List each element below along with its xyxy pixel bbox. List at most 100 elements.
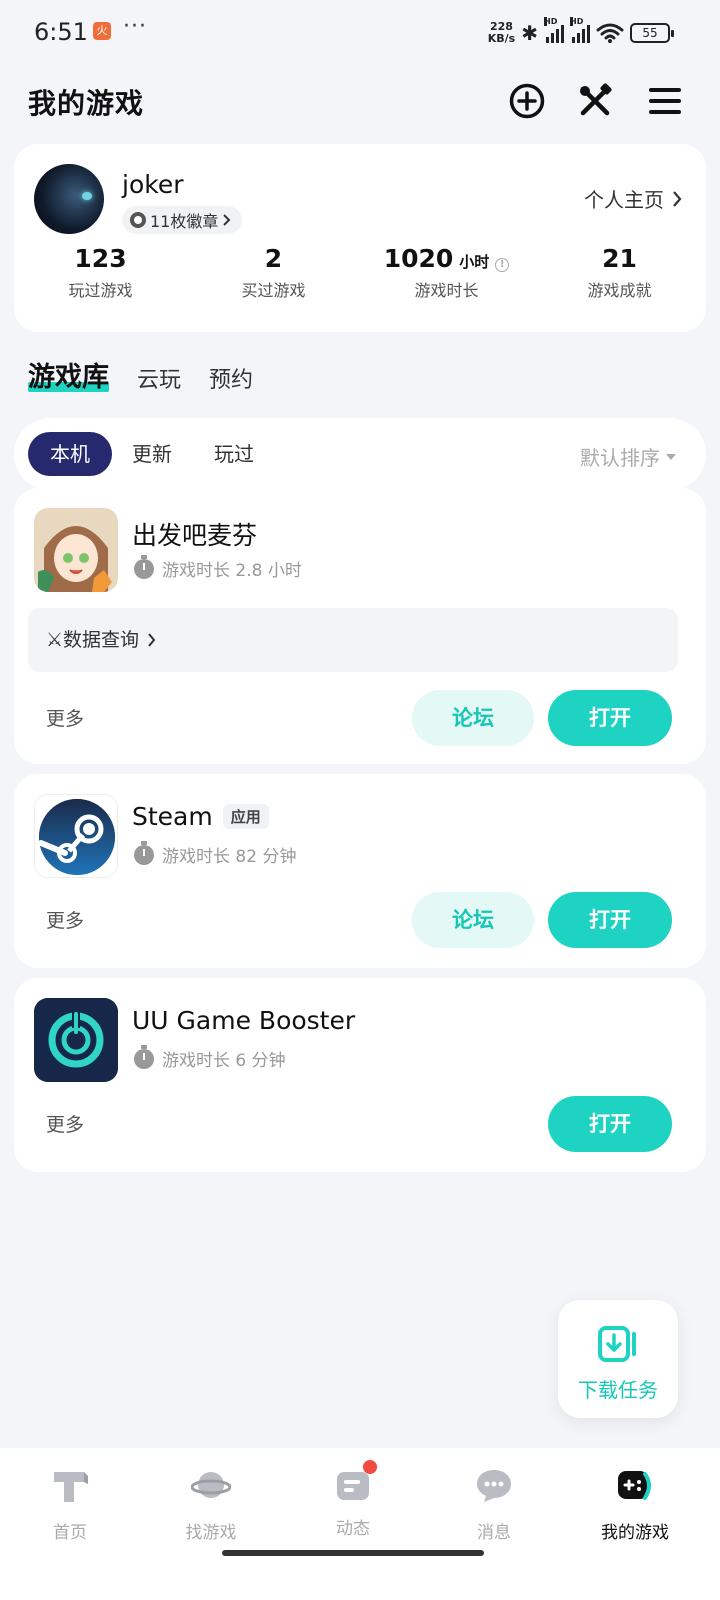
more-button[interactable]: 更多	[46, 704, 84, 731]
filter-chip-updates[interactable]: 更新	[110, 432, 194, 476]
tab-label: 游戏库	[28, 362, 109, 393]
playtime-text: 游戏时长 6 分钟	[162, 1051, 286, 1071]
avatar[interactable]	[34, 164, 104, 234]
tab-label: 云玩	[137, 368, 182, 393]
more-button[interactable]: 更多	[46, 906, 84, 933]
stat-bought-games[interactable]: 2 买过游戏	[187, 244, 360, 301]
nav-find-games[interactable]: 找游戏	[151, 1466, 271, 1543]
profile-stats: 123 玩过游戏 2 买过游戏 1020 小时 ! 游戏时长 21 游戏成就	[14, 244, 706, 301]
plus-circle-icon	[509, 83, 545, 119]
game-name: 出发吧麦芬	[132, 521, 258, 550]
home-indicator[interactable]	[222, 1550, 484, 1556]
data-query-button[interactable]: ⚔数据查询	[28, 608, 678, 672]
profile-card: joker 11枚徽章 个人主页 123 玩过游戏 2 买过游戏 1020 小时…	[14, 144, 706, 332]
hd-label: HD	[570, 17, 584, 26]
username[interactable]: joker	[122, 170, 184, 199]
playtime-text: 游戏时长 2.8 小时	[162, 561, 302, 581]
nav-messages[interactable]: 消息	[434, 1466, 554, 1543]
sort-dropdown[interactable]: 默认排序	[580, 442, 676, 471]
game-icon	[34, 998, 118, 1082]
stat-value: 123	[74, 244, 127, 273]
open-button[interactable]: 打开	[548, 690, 672, 746]
network-speed-unit: KB/s	[487, 32, 516, 45]
game-card[interactable]: 出发吧麦芬 游戏时长 2.8 小时 ⚔数据查询 更多 论坛 打开	[14, 488, 706, 764]
steam-logo-icon	[38, 799, 115, 875]
stat-play-time[interactable]: 1020 小时 ! 游戏时长	[360, 244, 533, 301]
status-time: 6:51	[34, 18, 88, 46]
message-icon	[477, 1470, 511, 1502]
stat-played-games[interactable]: 123 玩过游戏	[14, 244, 187, 301]
game-title: Steam 应用	[132, 802, 269, 831]
tab-cloud-play[interactable]: 云玩	[137, 362, 181, 394]
chevron-right-icon	[148, 633, 156, 647]
stat-unit: 小时	[459, 253, 490, 271]
download-tasks-button[interactable]: 下载任务	[558, 1300, 678, 1418]
page-title: 我的游戏	[28, 87, 145, 120]
stat-label: 游戏时长	[414, 281, 479, 300]
more-notifications-icon: ···	[123, 14, 147, 39]
status-icons: 228 KB/s ✱ HD HD 55	[487, 17, 674, 48]
filter-bar: 本机 更新 玩过 默认排序	[14, 418, 706, 490]
open-button[interactable]: 打开	[548, 1096, 672, 1152]
nav-label: 动态	[336, 1519, 370, 1539]
data-query-label: ⚔数据查询	[46, 629, 140, 651]
forum-button[interactable]: 论坛	[412, 892, 534, 948]
game-card[interactable]: UU Game Booster 游戏时长 6 分钟 更多 打开	[14, 978, 706, 1172]
nav-label: 找游戏	[185, 1523, 237, 1543]
chevron-right-icon	[673, 190, 682, 207]
battery-icon: 55	[630, 23, 674, 43]
more-button[interactable]: 更多	[46, 1110, 84, 1137]
tab-game-library[interactable]: 游戏库	[28, 355, 109, 394]
nav-home[interactable]: 首页	[10, 1466, 130, 1543]
tab-reservations[interactable]: 预约	[209, 362, 253, 394]
menu-button[interactable]	[644, 80, 686, 122]
uu-booster-logo-icon	[34, 998, 118, 1082]
hamburger-menu-icon	[649, 88, 681, 114]
status-bar: 6:51 火 ··· 228 KB/s ✱ HD HD 55	[0, 0, 720, 66]
forum-button[interactable]: 论坛	[412, 690, 534, 746]
stat-achievements[interactable]: 21 游戏成就	[533, 244, 706, 301]
tools-button[interactable]	[574, 80, 616, 122]
stat-label: 游戏成就	[587, 281, 652, 300]
tools-icon	[580, 83, 612, 116]
stat-label: 买过游戏	[241, 281, 306, 300]
game-name: Steam	[132, 802, 213, 831]
gamepad-icon	[618, 1471, 651, 1500]
notification-app-icon: 火	[93, 22, 111, 40]
nav-label: 消息	[477, 1523, 511, 1543]
anime-girl-icon	[34, 508, 118, 592]
medal-icon	[130, 212, 146, 228]
bottom-nav: 首页 找游戏 动态 消息 我的游戏	[0, 1448, 720, 1600]
game-icon	[34, 508, 118, 592]
add-game-button[interactable]	[506, 80, 548, 122]
stat-value: 21	[602, 244, 637, 273]
stat-value: 2	[264, 244, 283, 273]
stopwatch-icon	[134, 840, 154, 865]
chevron-right-icon	[223, 214, 231, 226]
filter-chip-played[interactable]: 玩过	[192, 432, 276, 476]
badges-count: 11枚徽章	[150, 212, 219, 231]
open-button[interactable]: 打开	[548, 892, 672, 948]
stat-label: 玩过游戏	[68, 281, 133, 300]
game-title: UU Game Booster	[132, 1006, 355, 1035]
personal-homepage-link[interactable]: 个人主页	[584, 184, 682, 213]
avatar-eye	[82, 192, 92, 200]
signal-1-icon: HD	[544, 17, 564, 43]
game-card[interactable]: Steam 应用 游戏时长 82 分钟 更多 论坛 打开	[14, 774, 706, 968]
badges-chip[interactable]: 11枚徽章	[122, 206, 243, 234]
filter-chip-local[interactable]: 本机	[28, 432, 112, 476]
notification-dot	[363, 1460, 377, 1474]
caret-down-icon	[666, 453, 676, 460]
nav-my-games[interactable]: 我的游戏	[575, 1466, 695, 1543]
nav-feed[interactable]: 动态	[293, 1460, 413, 1539]
planet-icon	[190, 1472, 232, 1498]
bluetooth-icon: ✱	[521, 21, 538, 45]
nav-label: 我的游戏	[601, 1523, 669, 1543]
main-tabs: 游戏库 云玩 预约	[28, 350, 253, 394]
stopwatch-icon	[134, 1044, 154, 1069]
download-icon	[598, 1326, 636, 1362]
stat-value: 1020	[383, 244, 454, 273]
download-label: 下载任务	[578, 1378, 658, 1402]
stopwatch-icon	[134, 554, 154, 579]
info-icon[interactable]: !	[495, 258, 510, 272]
